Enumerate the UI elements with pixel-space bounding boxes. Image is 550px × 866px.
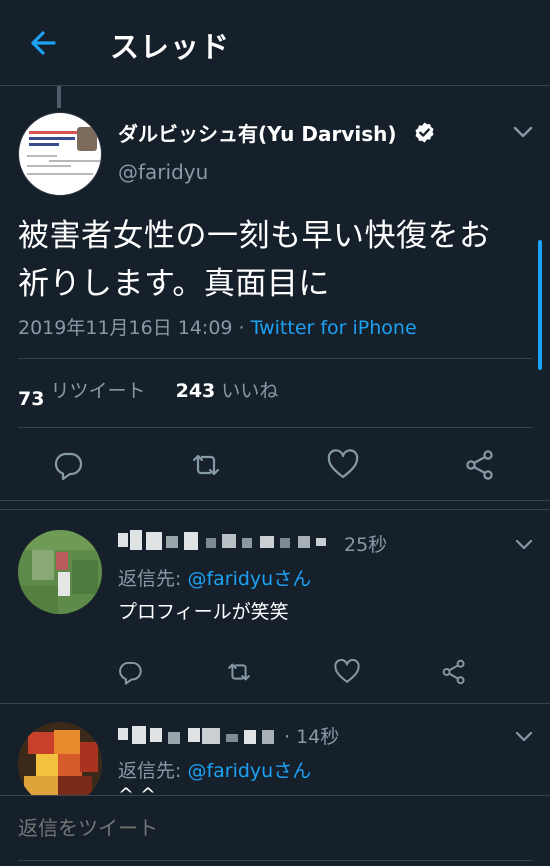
- reply-to-handle[interactable]: @faridyuさん: [187, 568, 311, 590]
- engagement-stats: 73 リツイート 243 いいね: [18, 376, 278, 406]
- like-icon[interactable]: [326, 448, 360, 482]
- reply-body: ^ ^: [118, 784, 156, 794]
- reply-body: プロフィールが笑笑: [118, 601, 289, 623]
- tweet-source-link[interactable]: Twitter for iPhone: [251, 317, 417, 339]
- reply-compose-input[interactable]: [18, 816, 518, 840]
- back-arrow-icon[interactable]: [26, 26, 60, 60]
- chevron-down-icon[interactable]: [514, 730, 534, 744]
- share-icon[interactable]: [440, 658, 468, 686]
- meta-separator: ·: [232, 317, 251, 339]
- like-count[interactable]: 243: [176, 380, 216, 402]
- retweet-count[interactable]: 73: [18, 388, 44, 406]
- share-icon[interactable]: [463, 448, 497, 482]
- censored-display-name[interactable]: [118, 530, 330, 552]
- retweet-icon[interactable]: [189, 448, 223, 482]
- reply-to-label: 返信先:: [118, 568, 188, 590]
- avatar-pixel: [72, 560, 98, 594]
- tweet-body-line: 祈りします。真面目に: [18, 266, 330, 302]
- compose-underline: [18, 860, 532, 861]
- top-app-bar: スレッド: [0, 0, 550, 86]
- tweet-body-line: 被害者女性の一刻も早い快復をお: [18, 218, 491, 254]
- reply-compose-bar: [0, 795, 550, 866]
- avatar-decoration: [29, 143, 59, 146]
- reply-timestamp-value: 14秒: [296, 726, 340, 748]
- reply-icon[interactable]: [116, 658, 144, 686]
- like-label[interactable]: いいね: [221, 380, 278, 402]
- author-avatar[interactable]: [18, 112, 102, 196]
- avatar-decoration: [77, 127, 97, 151]
- avatar-pixel: [58, 754, 82, 776]
- author-display-name[interactable]: ダルビッシュ有(Yu Darvish): [118, 118, 397, 147]
- reply-icon[interactable]: [51, 448, 85, 482]
- tweet-timestamp-row: 2019年11月16日 14:09 · Twitter for iPhone: [18, 313, 417, 340]
- avatar-decoration: [27, 173, 93, 175]
- scroll-indicator[interactable]: [538, 240, 542, 370]
- avatar-pixel: [28, 732, 54, 754]
- chevron-down-icon[interactable]: [514, 538, 534, 552]
- divider: [18, 358, 532, 359]
- reply-to-handle[interactable]: @faridyuさん: [187, 760, 311, 782]
- avatar-pixel: [56, 552, 68, 570]
- tweet-action-bar: [0, 440, 550, 490]
- avatar-pixel: [32, 550, 54, 580]
- avatar-pixel: [54, 730, 80, 754]
- avatar-pixel: [80, 742, 98, 772]
- avatar-pixel: [36, 754, 58, 776]
- reply-avatar[interactable]: [18, 530, 102, 614]
- tweet-timestamp: 2019年11月16日 14:09: [18, 317, 233, 339]
- divider: [18, 427, 532, 428]
- reply-tweet[interactable]: · 14秒 返信先: @faridyuさん ^ ^: [0, 704, 550, 806]
- reply-timestamp: · 14秒: [284, 726, 340, 748]
- page-title: スレッド: [110, 30, 231, 64]
- section-separator: [0, 500, 550, 510]
- censored-display-name[interactable]: [118, 724, 278, 746]
- avatar-decoration: [29, 137, 75, 140]
- avatar-decoration: [49, 160, 101, 162]
- retweet-icon[interactable]: [225, 658, 253, 686]
- chevron-down-icon[interactable]: [512, 124, 534, 140]
- reply-timestamp: 25秒: [344, 534, 388, 556]
- reply-to-line: 返信先: @faridyuさん: [118, 564, 311, 591]
- author-handle[interactable]: @faridyu: [118, 160, 208, 184]
- avatar-decoration: [27, 155, 57, 157]
- reply-avatar[interactable]: [18, 722, 102, 806]
- tweet-body: 被害者女性の一刻も早い快復をお 祈りします。真面目に: [18, 212, 538, 308]
- like-icon[interactable]: [333, 658, 361, 686]
- avatar-decoration: [29, 131, 79, 134]
- avatar-pixel: [18, 530, 102, 550]
- reply-to-line: 返信先: @faridyuさん: [118, 756, 311, 783]
- avatar-pixel: [18, 586, 58, 614]
- avatar-decoration: [27, 165, 71, 167]
- reply-tweet[interactable]: 25秒 返信先: @faridyuさん プロフィールが笑笑: [0, 512, 550, 702]
- verified-badge-icon: [415, 122, 434, 143]
- retweet-label[interactable]: リツイート: [51, 380, 146, 402]
- reply-to-label: 返信先:: [118, 760, 188, 782]
- thread-connector-line: [57, 86, 61, 108]
- avatar-pixel: [58, 572, 70, 596]
